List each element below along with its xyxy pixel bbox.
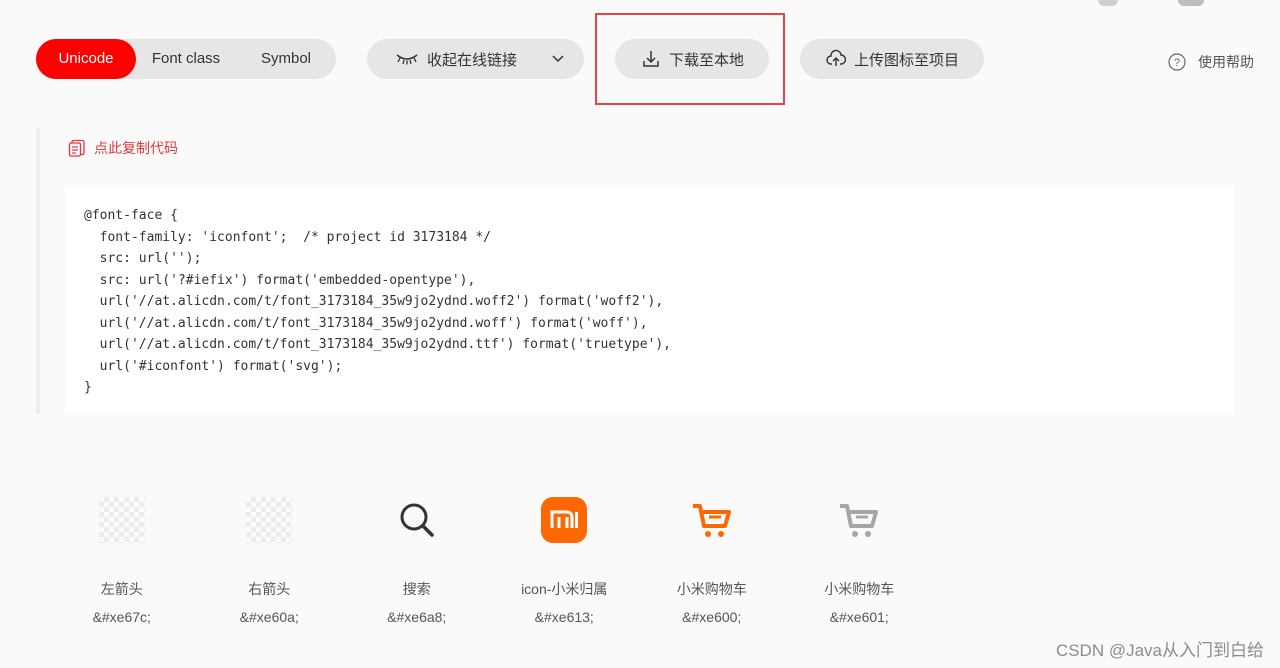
search-icon <box>387 490 447 550</box>
right-arrow-icon <box>239 490 299 550</box>
format-tabs: Unicode Font class Symbol <box>36 39 336 79</box>
code-panel: 点此复制代码 @font-face { font-family: 'iconfo… <box>36 128 1238 415</box>
icon-card[interactable]: icon-小米归属 &#xe613; <box>491 490 639 627</box>
question-circle-icon: ? <box>1168 53 1186 71</box>
chevron-down-icon <box>550 50 566 70</box>
cart-gray-icon <box>829 490 889 550</box>
code-line: } <box>84 380 92 395</box>
code-line: src: url(''); <box>84 251 202 266</box>
user-avatar-secondary[interactable] <box>1178 0 1204 6</box>
tab-font-class[interactable]: Font class <box>136 39 236 79</box>
icon-card[interactable]: 小米购物车 &#xe601; <box>786 490 934 627</box>
download-button[interactable]: 下载至本地 <box>615 39 769 79</box>
user-avatar[interactable] <box>1098 0 1118 6</box>
left-arrow-icon <box>92 490 152 550</box>
icon-name: icon-小米归属 <box>521 581 608 597</box>
svg-text:?: ? <box>1174 57 1180 69</box>
help-link[interactable]: ? 使用帮助 <box>1168 52 1254 72</box>
watermark: CSDN @Java从入门到白给 <box>1055 641 1264 660</box>
icon-code: &#xe67c; <box>92 609 151 625</box>
icon-grid: 左箭头 &#xe67c; 右箭头 &#xe60a; 搜索 &#xe6a8; ic… <box>48 490 933 627</box>
icon-card[interactable]: 搜索 &#xe6a8; <box>343 490 491 627</box>
xiaomi-logo-icon <box>534 490 594 550</box>
icon-card[interactable]: 小米购物车 &#xe600; <box>638 490 786 627</box>
tab-symbol[interactable]: Symbol <box>236 39 336 79</box>
icon-code: &#xe600; <box>682 609 742 625</box>
collapse-label: 收起在线链接 <box>427 51 518 69</box>
icon-name: 右箭头 <box>248 581 291 597</box>
code-line: font-family: 'iconfont'; /* project id 3… <box>84 229 491 245</box>
icon-card[interactable]: 右箭头 &#xe60a; <box>196 490 344 627</box>
icon-code: &#xe6a8; <box>387 609 447 625</box>
download-label: 下载至本地 <box>669 51 745 69</box>
code-line: url('//at.alicdn.com/t/font_3173184_35w9… <box>84 337 671 352</box>
code-line: url('#iconfont') format('svg'); <box>84 358 343 374</box>
icon-name: 小米购物车 <box>676 581 747 597</box>
copy-code-link[interactable]: 点此复制代码 <box>68 138 178 158</box>
icon-name: 左箭头 <box>100 581 143 597</box>
icon-card[interactable]: 左箭头 &#xe67c; <box>48 490 196 627</box>
code-line: url('//at.alicdn.com/t/font_3173184_35w9… <box>84 315 648 331</box>
help-label: 使用帮助 <box>1198 54 1254 70</box>
icon-code: &#xe60a; <box>239 609 299 625</box>
cart-orange-icon <box>682 490 742 550</box>
icon-code: &#xe601; <box>829 609 889 625</box>
cloud-upload-icon <box>826 49 846 69</box>
eye-closed-icon <box>395 52 419 66</box>
copy-document-icon <box>68 139 86 157</box>
icon-name: 搜索 <box>402 581 431 597</box>
icon-name: 小米购物车 <box>824 581 895 597</box>
upload-to-project-button[interactable]: 上传图标至项目 <box>800 39 984 79</box>
tab-unicode[interactable]: Unicode <box>36 39 136 79</box>
code-line: url('//at.alicdn.com/t/font_3173184_35w9… <box>84 294 664 309</box>
icon-code: &#xe613; <box>534 609 594 625</box>
collapse-online-link-button[interactable]: 收起在线链接 <box>367 39 584 79</box>
upload-label: 上传图标至项目 <box>854 51 960 69</box>
code-line: src: url('?#iefix') format('embedded-ope… <box>84 272 476 288</box>
code-line: @font-face { <box>84 208 178 223</box>
copy-code-label: 点此复制代码 <box>94 140 178 156</box>
code-content: @font-face { font-family: 'iconfont'; /*… <box>65 185 1234 415</box>
download-icon <box>641 49 661 69</box>
